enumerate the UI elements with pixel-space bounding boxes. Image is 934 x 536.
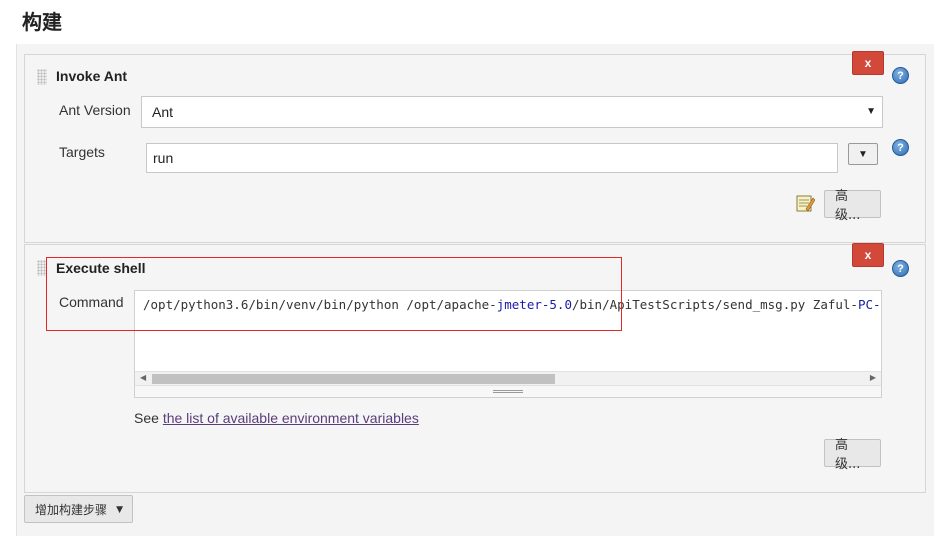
- annotation-highlight: [46, 257, 622, 331]
- env-vars-hint: See the list of available environment va…: [134, 410, 419, 426]
- add-build-step-label: 增加构建步骤: [35, 502, 108, 517]
- env-vars-link[interactable]: the list of available environment variab…: [163, 410, 419, 426]
- scroll-right-icon[interactable]: ▶: [870, 373, 876, 382]
- notepad-icon[interactable]: [795, 193, 815, 213]
- drag-handle-icon[interactable]: [37, 69, 47, 85]
- shell-delete-button[interactable]: x: [852, 243, 884, 267]
- ant-version-label: Ant Version: [59, 102, 131, 118]
- ant-step-title: Invoke Ant: [56, 68, 128, 84]
- chevron-down-icon: ▼: [116, 505, 123, 515]
- targets-label: Targets: [59, 144, 105, 160]
- expand-targets-button[interactable]: ▼: [848, 143, 878, 165]
- targets-value: run: [153, 150, 174, 166]
- page-title: 构建: [22, 10, 62, 34]
- ant-version-select[interactable]: Ant ▼: [141, 96, 883, 128]
- horizontal-scrollbar[interactable]: ◀ ▶: [135, 371, 881, 385]
- scrollbar-thumb[interactable]: [152, 374, 555, 384]
- ant-version-value: Ant: [152, 104, 174, 120]
- ant-advanced-button[interactable]: 高级...: [824, 189, 881, 223]
- targets-input[interactable]: run: [146, 143, 838, 173]
- help-icon[interactable]: ?: [892, 139, 909, 156]
- ant-delete-button[interactable]: x: [852, 51, 884, 75]
- chevron-down-icon: ▼: [866, 106, 876, 117]
- add-build-step-button[interactable]: 增加构建步骤 ▼: [24, 495, 133, 523]
- help-icon[interactable]: ?: [892, 260, 909, 277]
- shell-advanced-button[interactable]: 高级...: [824, 438, 881, 472]
- scroll-left-icon[interactable]: ◀: [140, 373, 146, 382]
- resize-handle[interactable]: [135, 385, 881, 397]
- help-icon[interactable]: ?: [892, 67, 909, 84]
